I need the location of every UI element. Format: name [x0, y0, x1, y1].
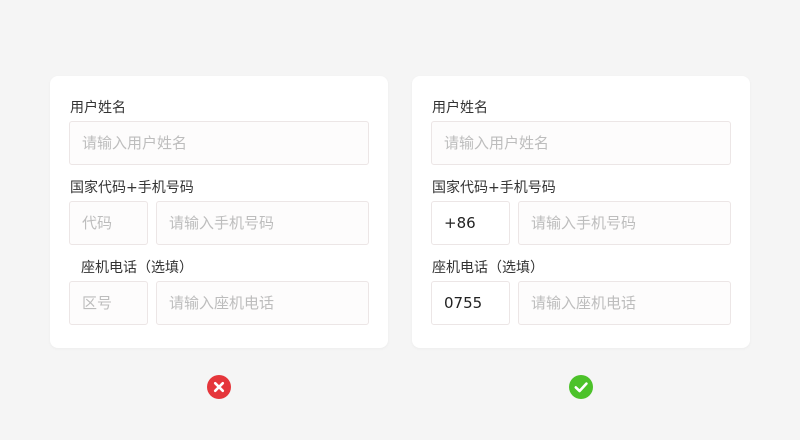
area-code-input[interactable]: 0755 [431, 281, 510, 325]
landline-input[interactable]: 请输入座机电话 [518, 281, 731, 325]
bad-example-form-card: 用户姓名 请输入用户姓名 国家代码+手机号码 代码 请输入手机号码 座机电话（选… [50, 76, 388, 348]
phone-label: 国家代码+手机号码 [70, 180, 194, 196]
name-label: 用户姓名 [432, 100, 488, 116]
name-input[interactable]: 请输入用户姓名 [69, 121, 369, 165]
landline-input[interactable]: 请输入座机电话 [156, 281, 369, 325]
close-icon [213, 381, 225, 393]
area-code-input[interactable]: 区号 [69, 281, 148, 325]
name-input[interactable]: 请输入用户姓名 [431, 121, 731, 165]
phone-label: 国家代码+手机号码 [432, 180, 556, 196]
country-code-input[interactable]: +86 [431, 201, 510, 245]
landline-label: 座机电话（选填） [432, 260, 544, 276]
check-icon [574, 382, 588, 393]
incorrect-indicator [207, 375, 231, 399]
mobile-input[interactable]: 请输入手机号码 [156, 201, 369, 245]
name-label: 用户姓名 [70, 100, 126, 116]
correct-indicator [569, 375, 593, 399]
country-code-input[interactable]: 代码 [69, 201, 148, 245]
good-example-form-card: 用户姓名 请输入用户姓名 国家代码+手机号码 +86 请输入手机号码 座机电话（… [412, 76, 750, 348]
mobile-input[interactable]: 请输入手机号码 [518, 201, 731, 245]
landline-label: 座机电话（选填） [81, 260, 193, 276]
